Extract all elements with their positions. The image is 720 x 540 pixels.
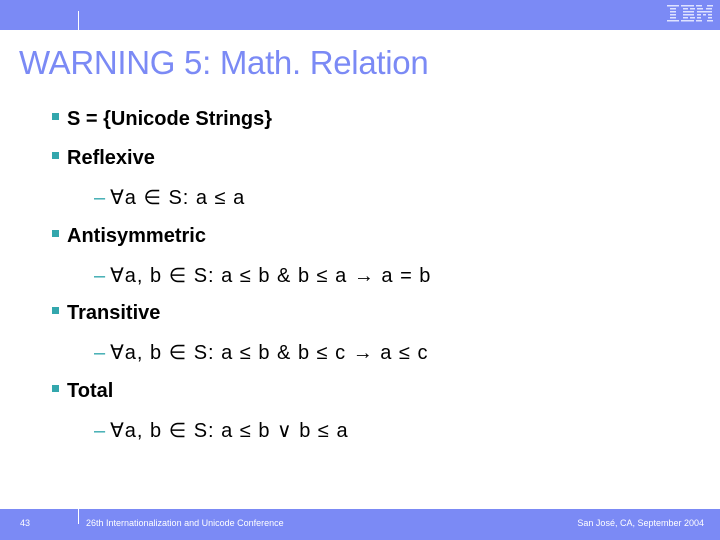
sub-bullet-text: ∀a, b ∈ S: a ≤ b & b ≤ a → a = b [110,265,432,287]
page-number: 43 [20,518,31,528]
sub-bullet-item: – ∀a, b ∈ S: a ≤ b & b ≤ a → a = b [94,263,431,288]
sub-bullet-item: – ∀a ∈ S: a ≤ a [94,185,245,210]
sub-bullet-item: – ∀a, b ∈ S: a ≤ b ∨ b ≤ a [94,418,349,443]
dash-bullet: – [94,342,107,364]
sub-bullet-item: – ∀a, b ∈ S: a ≤ b & b ≤ c → a ≤ c [94,340,428,365]
ibm-logo-icon [667,5,713,22]
header-divider [78,11,79,30]
sub-bullet-text: ∀a ∈ S: a ≤ a [110,187,246,209]
square-bullet-icon [52,307,59,314]
bullet-item: S = {Unicode Strings} [52,108,272,131]
bullet-text: S = {Unicode Strings} [67,108,273,130]
bullet-item: Transitive [52,302,160,325]
bullet-item: Reflexive [52,147,155,170]
bullet-item: Total [52,380,113,403]
square-bullet-icon [52,230,59,237]
square-bullet-icon [52,152,59,159]
footer-divider [78,509,79,524]
sub-bullet-text: ∀a, b ∈ S: a ≤ b & b ≤ c → a ≤ c [110,342,429,364]
dash-bullet: – [94,265,107,287]
conference-name: 26th Internationalization and Unicode Co… [86,518,284,528]
bullet-text: Total [67,380,114,402]
header-band [0,0,720,30]
square-bullet-icon [52,113,59,120]
bullet-text: Transitive [67,302,161,324]
location-date: San José, CA, September 2004 [577,518,704,528]
dash-bullet: – [94,187,107,209]
dash-bullet: – [94,420,107,442]
sub-bullet-text: ∀a, b ∈ S: a ≤ b ∨ b ≤ a [110,420,349,442]
bullet-text: Antisymmetric [67,225,206,247]
slide-title: WARNING 5: Math. Relation [19,44,429,81]
square-bullet-icon [52,385,59,392]
bullet-text: Reflexive [67,147,155,169]
bullet-item: Antisymmetric [52,225,206,248]
